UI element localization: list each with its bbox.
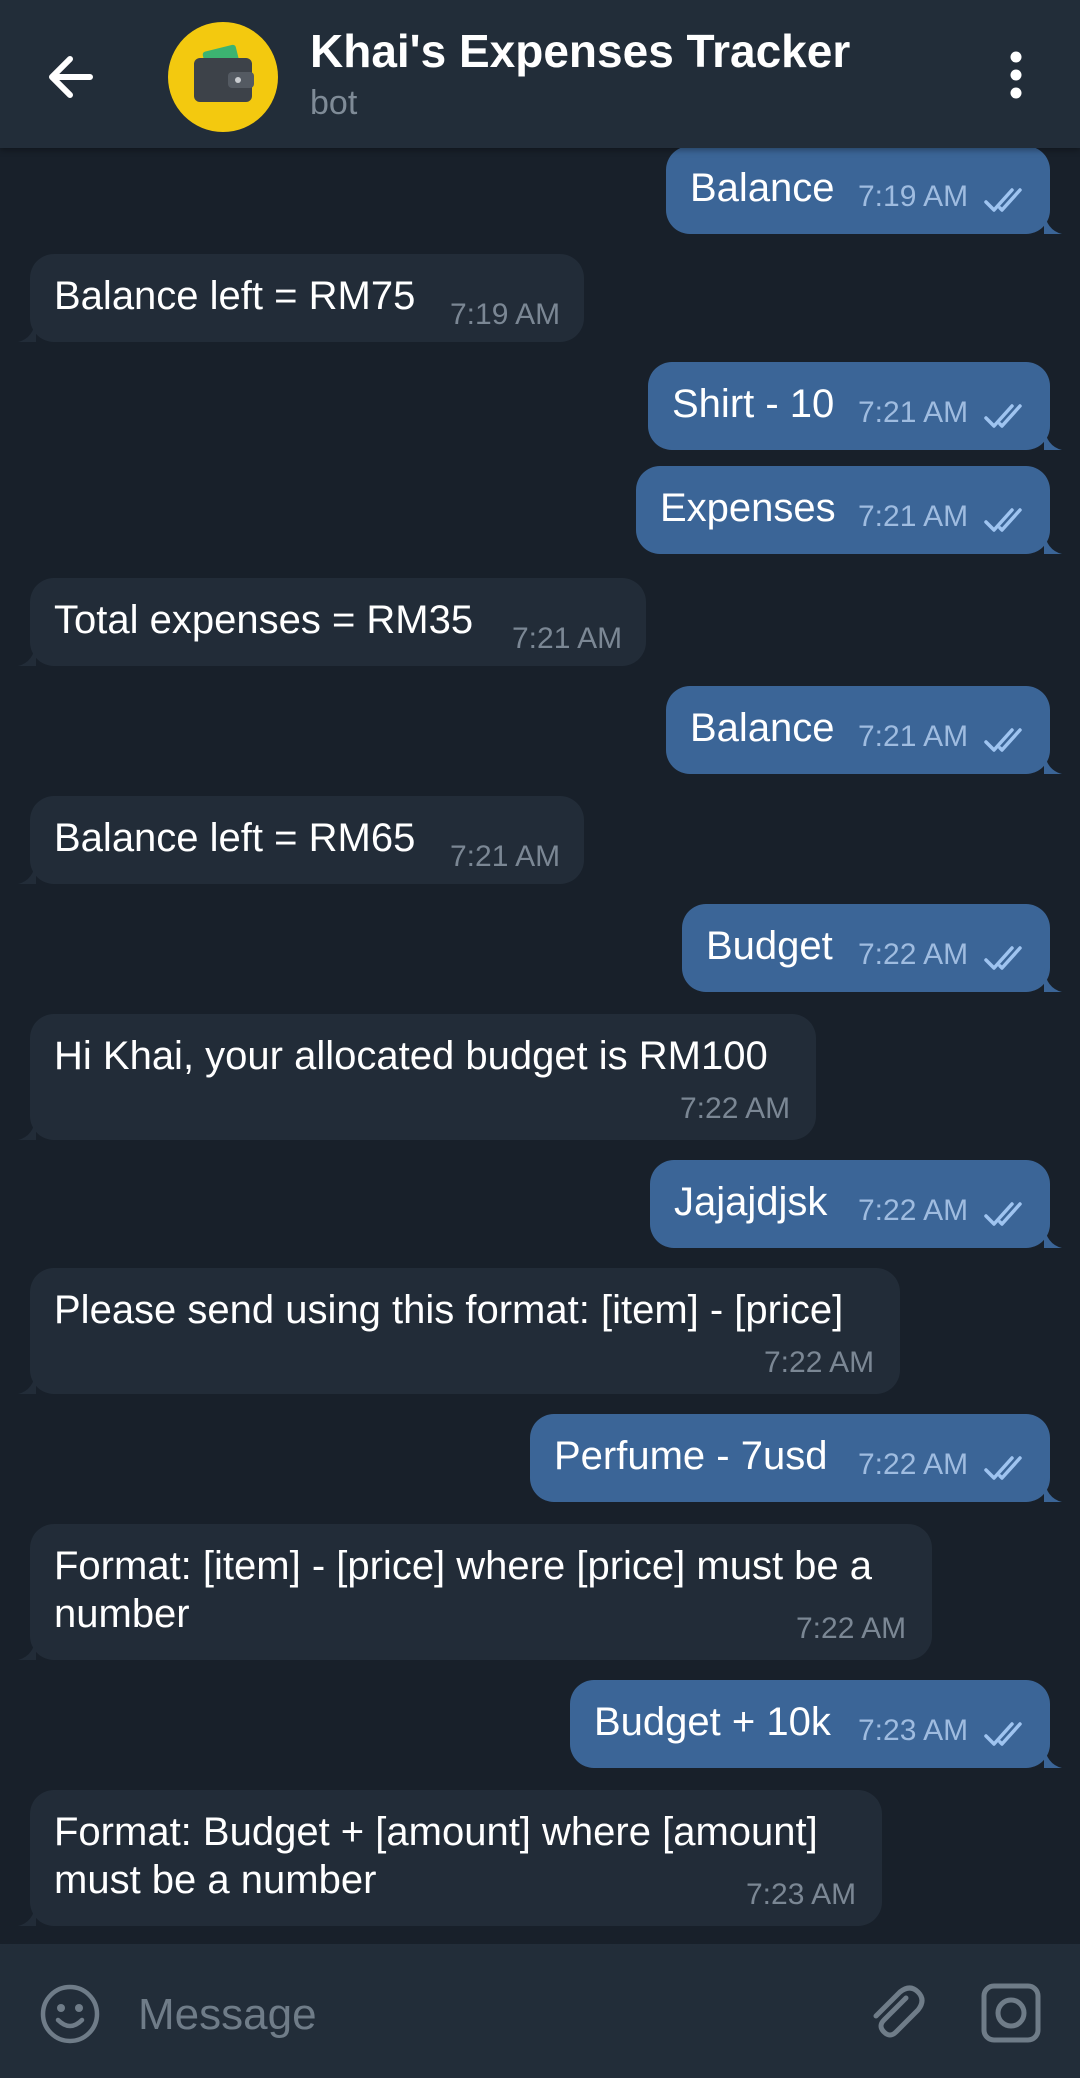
message-time: 7:22 AM <box>680 1092 791 1125</box>
more-vertical-icon <box>1010 51 1022 99</box>
chat-subtitle: bot <box>310 84 358 122</box>
avatar[interactable] <box>168 22 278 132</box>
incoming-message[interactable]: Format: Budget + [amount] where [amount]… <box>18 1790 882 1926</box>
message-text: Balance left = RM65 <box>54 816 416 860</box>
outgoing-message[interactable]: Budget + 10k 7:23 AM <box>570 1680 1062 1768</box>
message-text: Balance <box>690 166 835 210</box>
read-receipt-icon <box>984 188 1022 212</box>
arrow-left-icon <box>49 56 93 98</box>
bubble-tail <box>1044 426 1062 450</box>
back-button[interactable] <box>40 44 106 110</box>
message-composer: Message <box>0 1944 1080 2078</box>
message-text: Perfume - 7usd <box>554 1434 828 1478</box>
message-time: 7:22 AM <box>858 1448 969 1481</box>
incoming-message[interactable]: Total expenses = RM35 7:21 AM <box>18 578 646 666</box>
message-text: Hi Khai, your allocated budget is RM100 <box>54 1034 768 1078</box>
bubble-tail <box>18 1636 36 1660</box>
chat-title[interactable]: Khai's Expenses Tracker <box>310 24 850 78</box>
outgoing-message[interactable]: Jajajdjsk 7:22 AM <box>650 1160 1062 1248</box>
message-text: Jajajdjsk <box>674 1180 828 1224</box>
message-time: 7:21 AM <box>512 622 623 655</box>
more-menu-button[interactable] <box>996 50 1036 100</box>
bubble-tail <box>1044 1224 1062 1248</box>
read-receipt-icon <box>984 1202 1022 1226</box>
bubble-tail <box>18 860 36 884</box>
read-receipt-icon <box>984 728 1022 752</box>
message-text: Budget <box>706 924 833 968</box>
message-text: Format: Budget + [amount] where [amount]… <box>54 1810 818 1902</box>
outgoing-message[interactable]: Balance 7:21 AM <box>666 686 1062 774</box>
incoming-message[interactable]: Please send using this format: [item] - … <box>18 1268 900 1394</box>
emoji-icon <box>40 1984 100 2044</box>
outgoing-message[interactable]: Balance 7:19 AM <box>666 148 1062 234</box>
incoming-message[interactable]: Format: [item] - [price] where [price] m… <box>18 1524 932 1660</box>
message-text: Shirt - 10 <box>672 382 835 426</box>
emoji-button[interactable] <box>38 1982 102 2046</box>
message-text: Total expenses = RM35 <box>54 598 474 642</box>
bubble-tail <box>1044 530 1062 554</box>
outgoing-message[interactable]: Shirt - 10 7:21 AM <box>648 362 1062 450</box>
wallet-icon <box>194 44 254 102</box>
read-receipt-icon <box>984 1456 1022 1480</box>
outgoing-message[interactable]: Perfume - 7usd 7:22 AM <box>530 1414 1062 1502</box>
message-time: 7:19 AM <box>450 298 561 331</box>
read-receipt-icon <box>984 946 1022 970</box>
read-receipt-icon <box>984 1722 1022 1746</box>
message-text: Balance <box>690 706 835 750</box>
bubble-tail <box>18 1902 36 1926</box>
incoming-message[interactable]: Balance left = RM75 7:19 AM <box>18 254 584 342</box>
bubble-tail <box>18 642 36 666</box>
message-time: 7:22 AM <box>764 1346 875 1379</box>
chat-header: Khai's Expenses Tracker bot <box>0 0 1080 148</box>
message-input[interactable]: Message <box>138 1990 317 2040</box>
incoming-message[interactable]: Balance left = RM65 7:21 AM <box>18 796 584 884</box>
message-text: Expenses <box>660 486 836 530</box>
message-list[interactable]: Balance 7:19 AM Balance left = RM75 7:19 AM… <box>0 148 1080 1944</box>
message-text: Budget + 10k <box>594 1700 831 1744</box>
message-time: 7:21 AM <box>858 396 969 429</box>
bubble-tail <box>1044 750 1062 774</box>
bubble-tail <box>1044 968 1062 992</box>
message-time: 7:21 AM <box>858 500 969 533</box>
bubble-tail <box>18 318 36 342</box>
bubble-tail <box>1044 210 1062 234</box>
paperclip-icon <box>873 1985 925 2038</box>
message-text: Please send using this format: [item] - … <box>54 1288 844 1332</box>
incoming-message[interactable]: Hi Khai, your allocated budget is RM100 7… <box>18 1014 816 1140</box>
message-text: Balance left = RM75 <box>54 274 416 318</box>
camera-icon <box>981 1983 1041 2043</box>
message-time: 7:22 AM <box>796 1612 907 1645</box>
outgoing-message[interactable]: Budget 7:22 AM <box>682 904 1062 992</box>
message-text: Format: [item] - [price] where [price] m… <box>54 1544 873 1636</box>
bubble-tail <box>1044 1744 1062 1768</box>
message-time: 7:23 AM <box>858 1714 969 1747</box>
bubble-tail <box>18 1370 36 1394</box>
message-time: 7:23 AM <box>746 1878 857 1911</box>
outgoing-message[interactable]: Expenses 7:21 AM <box>636 466 1062 554</box>
message-time: 7:22 AM <box>858 1194 969 1227</box>
read-receipt-icon <box>984 404 1022 428</box>
bubble-tail <box>1044 1478 1062 1502</box>
message-time: 7:22 AM <box>858 938 969 971</box>
bubble-tail <box>18 1116 36 1140</box>
message-time: 7:21 AM <box>858 720 969 753</box>
attach-button[interactable] <box>858 1976 928 2046</box>
message-time: 7:19 AM <box>858 180 969 213</box>
read-receipt-icon <box>984 508 1022 532</box>
message-time: 7:21 AM <box>450 840 561 873</box>
camera-button[interactable] <box>978 1980 1044 2046</box>
